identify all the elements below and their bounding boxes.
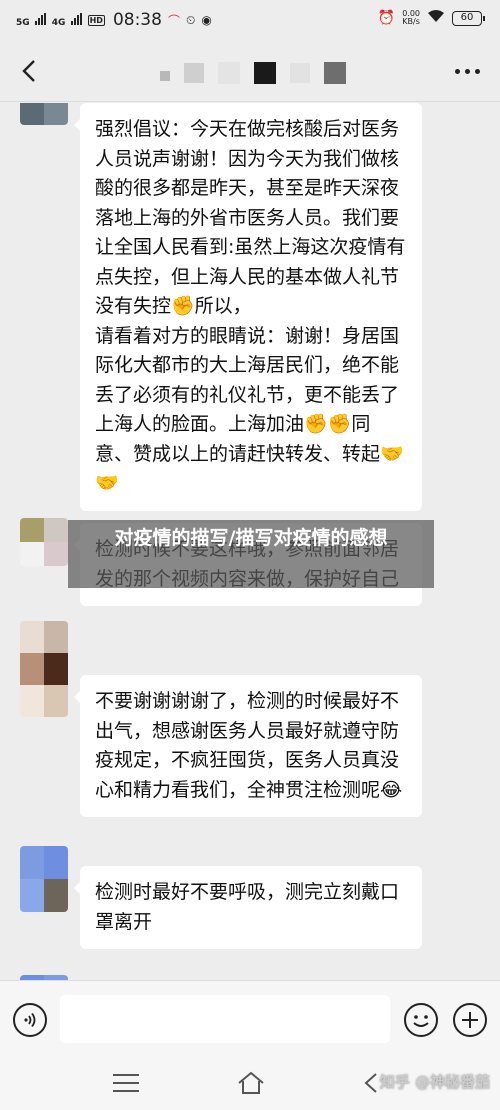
voice-button[interactable]	[13, 1003, 47, 1037]
message-bubble[interactable]: 强烈倡议：今天在做完核酸后对医务人员说声谢谢！因为今天为我们做核酸的很多都是昨天…	[74, 103, 422, 511]
more-button[interactable]	[450, 56, 484, 86]
battery-icon: 60	[452, 10, 485, 26]
notification-icon: ⌒	[167, 13, 180, 28]
emoji-button[interactable]	[404, 1003, 438, 1037]
alarm-icon: ⏲	[185, 12, 196, 27]
signal-bars-icon	[70, 12, 82, 25]
watermark: 知乎 @神秘番茄	[379, 1073, 490, 1091]
home-icon	[238, 1071, 264, 1094]
title-overlay-banner: 对疫情的描写/描写对疫情的感想	[68, 520, 434, 588]
menu-icon	[113, 1074, 139, 1076]
emoji-icon	[413, 1015, 429, 1027]
back-button[interactable]	[12, 54, 46, 88]
signal-5g-label: 5G	[16, 17, 30, 28]
alarm-clock-icon: ⏰	[377, 10, 396, 26]
net-speed: 0.00 KB/s	[402, 10, 420, 26]
signal-bars-icon	[34, 12, 46, 25]
weibo-icon: ◉	[201, 13, 212, 27]
chat-header	[0, 40, 500, 102]
avatar[interactable]	[20, 518, 68, 566]
avatar[interactable]	[20, 103, 68, 125]
message-bubble[interactable]: 检测时最好不要呼吸，测完立刻戴口罩离开	[74, 866, 422, 949]
voice-icon	[24, 1012, 36, 1028]
plus-icon	[462, 1012, 478, 1028]
plus-button[interactable]	[453, 1003, 487, 1037]
message-input-bar	[0, 980, 500, 1058]
menu-button[interactable]	[113, 1072, 139, 1094]
signal-4g-label: 4G	[51, 17, 66, 28]
signal-4g: 4G	[51, 12, 82, 28]
system-nav-bar: 知乎 @神秘番茄	[0, 1058, 500, 1110]
wifi-icon	[427, 9, 445, 27]
hd-badge: HD	[87, 14, 105, 26]
more-dots-icon	[454, 68, 460, 74]
message-input[interactable]	[60, 995, 390, 1043]
signal-5g: 5G	[16, 12, 46, 28]
avatar[interactable]	[20, 846, 68, 912]
clock: 08:38	[112, 10, 162, 30]
chat-title-redacted	[160, 62, 346, 84]
status-bar: 5G 4G HD 08:38 ⌒ ⏲ ◉ ⏰ 0.00 KB/s 60	[0, 0, 500, 40]
home-button[interactable]	[236, 1070, 266, 1096]
message-bubble[interactable]: 不要谢谢谢谢了，检测的时候最好不出气，想感谢医务人员最好就遵守防疫规定，不疯狂囤…	[74, 675, 422, 817]
chevron-left-icon	[22, 60, 35, 82]
net-speed-unit: KB/s	[402, 17, 420, 26]
avatar[interactable]	[20, 621, 68, 717]
